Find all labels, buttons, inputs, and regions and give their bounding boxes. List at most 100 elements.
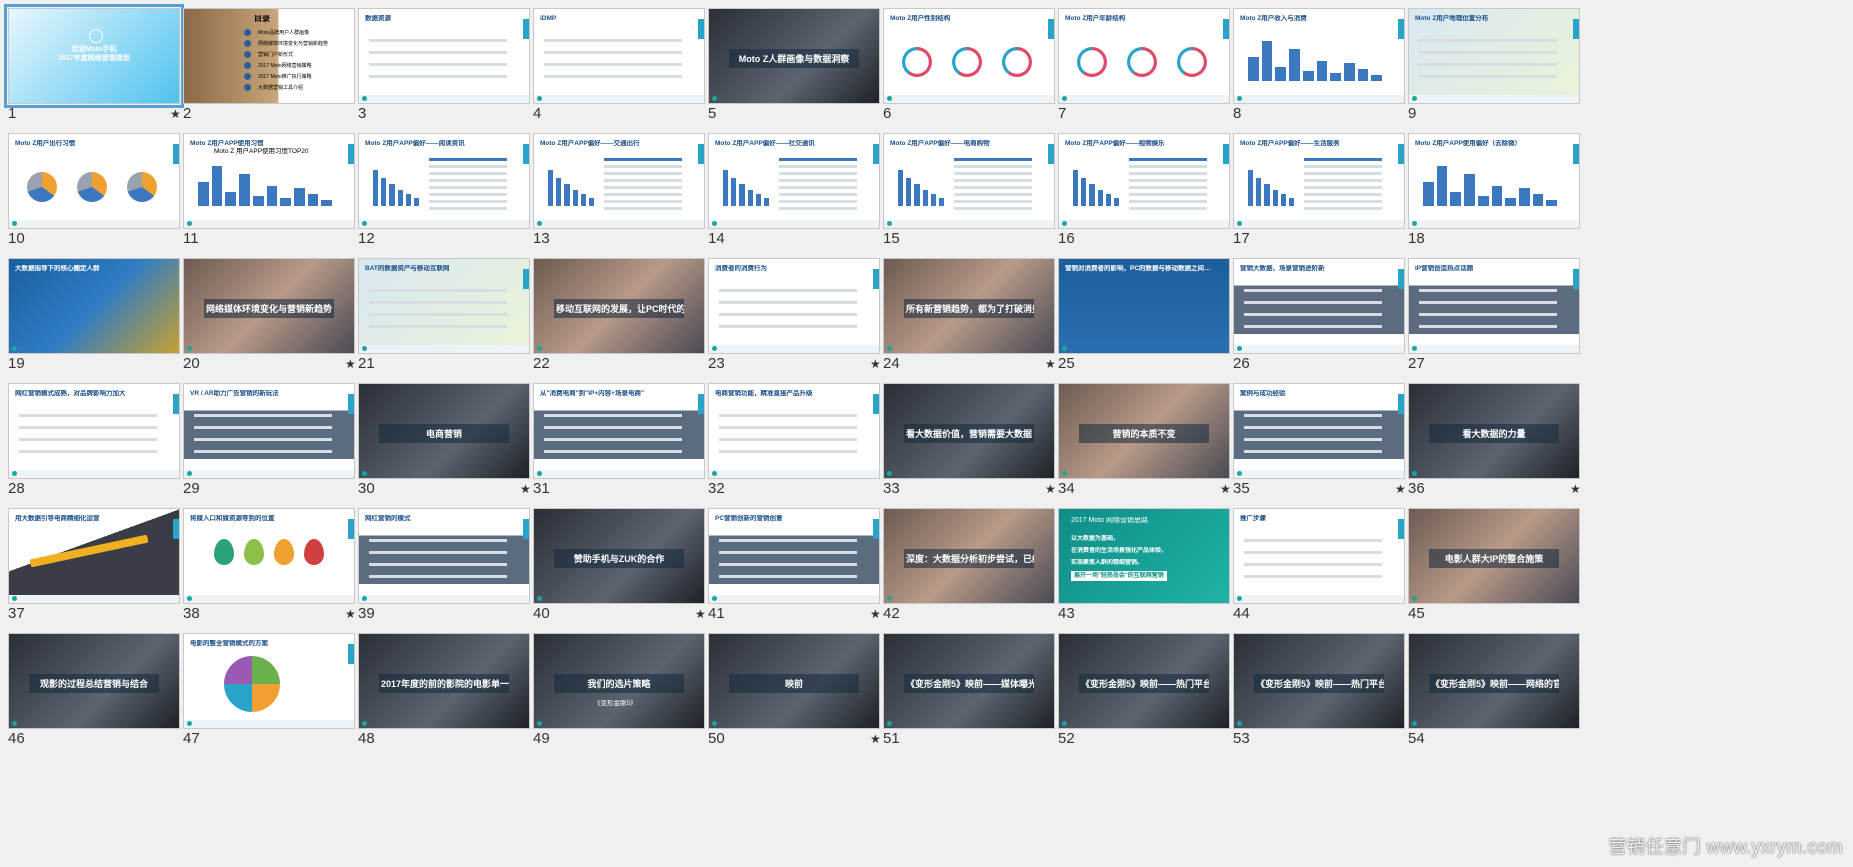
- slide-number: 49: [533, 730, 550, 747]
- slide-thumbnail[interactable]: Moto Z用户APP偏好——生活服务: [1233, 133, 1405, 229]
- footer-logo-icon: [1237, 96, 1242, 101]
- slide-footer: [1234, 95, 1404, 103]
- slide-side-tab: [348, 519, 354, 539]
- slide-thumbnail[interactable]: 2017年度的前的影院的电影单一览: [358, 633, 530, 729]
- slide-title: 欢迎Moto手机 2017年度网络营销规划: [58, 46, 130, 62]
- footer-logo-icon: [1412, 721, 1417, 726]
- slide-title: Moto Z人群画像与数据洞察: [729, 49, 859, 68]
- slide-title: 网红营销的模式: [365, 515, 411, 522]
- pie-chart-preview: [27, 172, 57, 202]
- slide-thumbnail[interactable]: iDMP: [533, 8, 705, 104]
- slide-thumbnail[interactable]: 2017 Moto 网络营销思路 以大数据为基础， 在消费者的生活场景强化产品体验，…: [1058, 508, 1230, 604]
- table-row-preview: [1129, 158, 1207, 161]
- animation-star-icon[interactable]: ★: [1045, 358, 1056, 370]
- content-line-preview: [1244, 450, 1382, 453]
- content-line-preview: [1244, 301, 1382, 304]
- slide-side-tab: [348, 144, 354, 164]
- slide-thumbnail[interactable]: 网红营销的模式: [358, 508, 530, 604]
- slide-thumbnail[interactable]: Moto Z用户出行习惯: [8, 133, 180, 229]
- slide-thumbnail[interactable]: VR / AR助力广告营销的新玩法: [183, 383, 355, 479]
- slide-thumbnail[interactable]: 移动互联网的发展，让PC时代的营销改变: [533, 258, 705, 354]
- slide-footer: [1409, 95, 1579, 103]
- animation-star-icon[interactable]: ★: [695, 608, 706, 620]
- slide-thumbnail[interactable]: Moto Z用户APP偏好——阅读资讯: [358, 133, 530, 229]
- slide-thumbnail[interactable]: 深度：大数据分析初步尝试，已经有显效，可以根据所有营销方式实现TA，提升营销效率…: [883, 508, 1055, 604]
- slide-thumbnail[interactable]: 电影人群大IP的整合施策: [1408, 508, 1580, 604]
- slide-thumbnail[interactable]: Moto Z用户APP偏好——交通出行: [533, 133, 705, 229]
- slide-number: 28: [8, 480, 25, 497]
- slide-thumbnail[interactable]: Moto Z用户APP使用习惯 Moto Z 用户APP使用习惯TOP20: [183, 133, 355, 229]
- table-row-preview: [429, 179, 507, 182]
- slide-thumbnail[interactable]: 案例与成功经验: [1233, 383, 1405, 479]
- slide-thumbnail[interactable]: 网络媒体环境变化与营销新趋势: [183, 258, 355, 354]
- slide-thumbnail[interactable]: 映前: [708, 633, 880, 729]
- animation-star-icon[interactable]: ★: [170, 108, 181, 120]
- slide-thumbnail[interactable]: Moto Z用户年龄结构: [1058, 8, 1230, 104]
- slide-thumbnail[interactable]: 电商营销功能，精准直接产品升级: [708, 383, 880, 479]
- animation-star-icon[interactable]: ★: [870, 358, 881, 370]
- slide-thumbnail[interactable]: Moto Z用户APP偏好——社交通讯: [708, 133, 880, 229]
- table-row-preview: [779, 158, 857, 161]
- slide-thumbnail[interactable]: 消费者的消费行为: [708, 258, 880, 354]
- animation-star-icon[interactable]: ★: [870, 608, 881, 620]
- content-line-preview: [19, 438, 157, 441]
- table-row-preview: [1304, 207, 1382, 210]
- slide-thumbnail[interactable]: 将媒入口和媒资源等到的位置: [183, 508, 355, 604]
- slide-thumbnail[interactable]: 电商营销: [358, 383, 530, 479]
- slide-footer: [1409, 220, 1579, 228]
- slide-thumbnail[interactable]: 我们的选片策略 《变形金刚5》: [533, 633, 705, 729]
- slide-thumbnail[interactable]: 《变形金刚5》映前——网络的官方微博微博: [1408, 633, 1580, 729]
- animation-star-icon[interactable]: ★: [520, 483, 531, 495]
- slide-thumbnail[interactable]: 大数据指导下的核心圈定人群: [8, 258, 180, 354]
- animation-star-icon[interactable]: ★: [1045, 483, 1056, 495]
- slide-thumbnail[interactable]: Moto Z用户APP偏好——视频娱乐: [1058, 133, 1230, 229]
- agenda-item: Moto品牌用户人群画像: [258, 30, 310, 36]
- slide-number: 2: [183, 105, 192, 122]
- slide-thumbnail[interactable]: 营销大数据，场景营销进阶新: [1233, 258, 1405, 354]
- slide-title: Moto Z用户APP偏好——生活服务: [1240, 140, 1340, 147]
- animation-star-icon[interactable]: ★: [345, 608, 356, 620]
- agenda-bullet-icon: [244, 62, 251, 69]
- slide-thumbnail[interactable]: 看大数据价值，营销需要大数据: [883, 383, 1055, 479]
- slide-number: 30: [358, 480, 375, 497]
- slide-thumbnail[interactable]: 目录 Moto品牌用户人群画像 网络媒体环境变化与营销新趋势 营销门户新形式 2017 …: [183, 8, 355, 104]
- slide-thumbnail[interactable]: IP营销创造热点话题: [1408, 258, 1580, 354]
- slide-thumbnail[interactable]: Moto Z用户APP使用偏好（去除微）: [1408, 133, 1580, 229]
- slide-thumbnail[interactable]: 《变形金刚5》映前——媒体曝光: [883, 633, 1055, 729]
- slide-thumbnail[interactable]: 从"消费电商"到"IP+内容+场景电商": [533, 383, 705, 479]
- slide-thumbnail[interactable]: 所有新营销趋势，都为了打破消费者的信息屏障: [883, 258, 1055, 354]
- slide-thumbnail[interactable]: 《变形金刚5》映前——热门平台线上推广与互动: [1233, 633, 1405, 729]
- slide-thumbnail[interactable]: 网红营销模式成熟，对品牌影响力加大: [8, 383, 180, 479]
- slide-thumbnail[interactable]: Moto Z用户收入与消费: [1233, 8, 1405, 104]
- slide-thumbnail[interactable]: 用大数据引导电商精细化运营: [8, 508, 180, 604]
- slide-thumbnail[interactable]: BAT的数据资产与移动互联网: [358, 258, 530, 354]
- slide-thumbnail[interactable]: Moto Z用户地理位置分布: [1408, 8, 1580, 104]
- slide-thumbnail[interactable]: 推广步骤: [1233, 508, 1405, 604]
- animation-star-icon[interactable]: ★: [1395, 483, 1406, 495]
- slide-thumbnail[interactable]: 营销的本质不变: [1058, 383, 1230, 479]
- slide-thumbnail[interactable]: 《变形金刚5》映前——热门平台线上推广与互动: [1058, 633, 1230, 729]
- slide-thumbnail[interactable]: PC营销创新的营销创意: [708, 508, 880, 604]
- animation-star-icon[interactable]: ★: [870, 733, 881, 745]
- table-row-preview: [779, 179, 857, 182]
- animation-star-icon[interactable]: ★: [1570, 483, 1581, 495]
- slide-thumbnail[interactable]: 看大数据的力量: [1408, 383, 1580, 479]
- slide-thumbnail[interactable]: 观影的过程总结营销与结合: [8, 633, 180, 729]
- slide-thumbnail[interactable]: 电影的整全营销模式的方案: [183, 633, 355, 729]
- slide-thumbnail[interactable]: 赞助手机与ZUK的合作: [533, 508, 705, 604]
- slide-thumbnail[interactable]: Moto Z用户APP偏好——电商购物: [883, 133, 1055, 229]
- slide-number: 31: [533, 480, 550, 497]
- slide-thumbnail[interactable]: Moto Z用户性别结构: [883, 8, 1055, 104]
- agenda-item: 网络媒体环境变化与营销新趋势: [258, 41, 329, 47]
- agenda-item: 营销门户新形式: [258, 52, 294, 58]
- footer-logo-icon: [1062, 221, 1067, 226]
- animation-star-icon[interactable]: ★: [1220, 483, 1231, 495]
- slide-thumbnail[interactable]: 欢迎Moto手机 2017年度网络营销规划: [4, 4, 184, 108]
- table-row-preview: [954, 207, 1032, 210]
- slide-title: Moto Z用户出行习惯: [15, 140, 76, 147]
- slide-title: 观影的过程总结营销与结合: [29, 674, 159, 693]
- animation-star-icon[interactable]: ★: [345, 358, 356, 370]
- slide-thumbnail[interactable]: Moto Z人群画像与数据洞察: [708, 8, 880, 104]
- slide-thumbnail[interactable]: 营销对消费者的影响，PC的数据与移动数据之间连通: [1058, 258, 1230, 354]
- slide-thumbnail[interactable]: 数据资源: [358, 8, 530, 104]
